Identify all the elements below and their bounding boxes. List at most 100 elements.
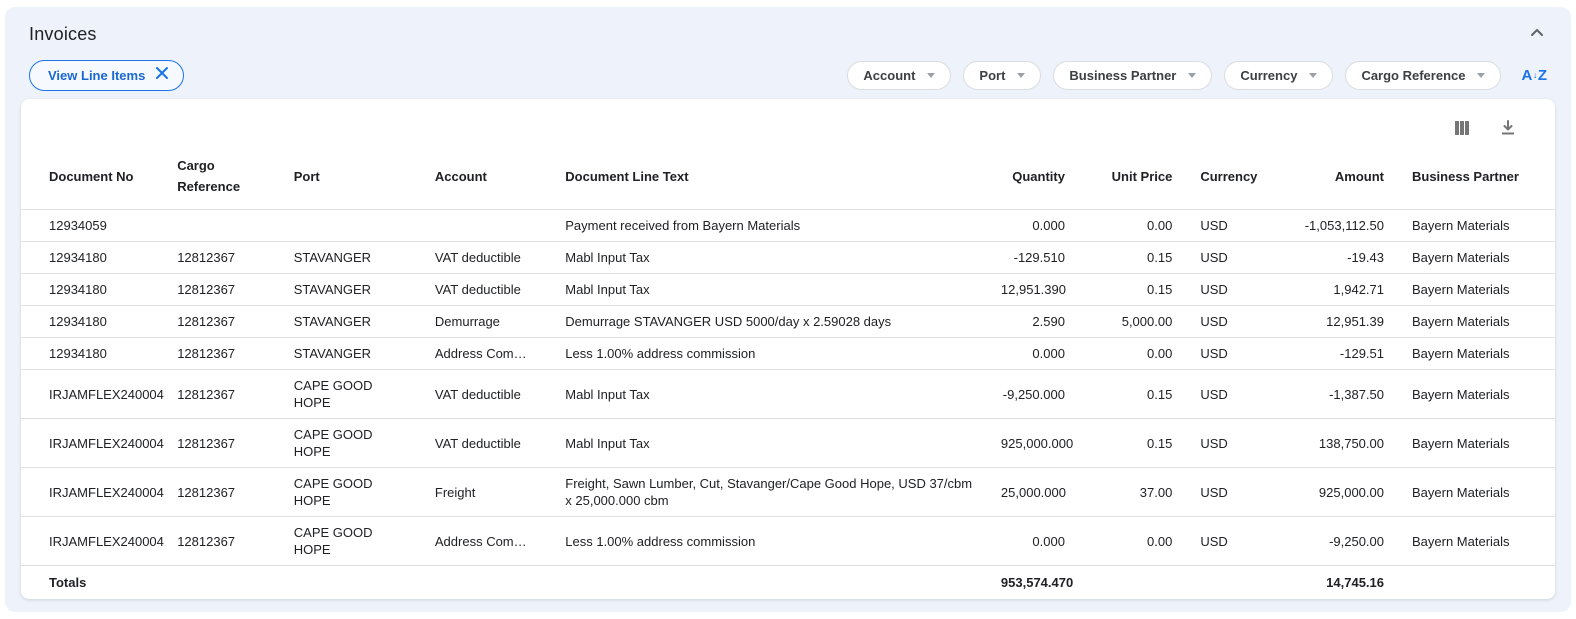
table-row: 1293418012812367STAVANGERVAT deductibleM… bbox=[21, 242, 1555, 274]
cell-port: CAPE GOOD HOPE bbox=[282, 370, 423, 419]
cell-currency: USD bbox=[1188, 419, 1288, 468]
sort-alphabetical-icon[interactable]: A↓Z bbox=[1521, 67, 1547, 84]
cell-quantity: 12,951.390 bbox=[989, 274, 1081, 306]
invoices-table-card: Document NoCargo ReferencePortAccountDoc… bbox=[21, 99, 1555, 599]
cell-currency: USD bbox=[1188, 306, 1288, 338]
close-icon[interactable] bbox=[155, 66, 169, 85]
cell-amount: 12,951.39 bbox=[1288, 306, 1400, 338]
cell-document_line_text: Less 1.00% address commission bbox=[553, 338, 989, 370]
page-title: Invoices bbox=[29, 24, 97, 45]
chevron-down-icon bbox=[1017, 73, 1025, 78]
column-header-document_no: Document No bbox=[21, 143, 165, 210]
cell-port: STAVANGER bbox=[282, 242, 423, 274]
totals-quantity: 953,574.470 bbox=[989, 566, 1081, 600]
table-body: 12934059 Payment received from Bayern Mat… bbox=[21, 210, 1555, 566]
cell-document_line_text: Less 1.00% address commission bbox=[553, 517, 989, 566]
cell-quantity: 0.000 bbox=[989, 210, 1081, 242]
cell-currency: USD bbox=[1188, 468, 1288, 517]
cell-port: CAPE GOOD HOPE bbox=[282, 419, 423, 468]
cell-cargo_reference: 12812367 bbox=[165, 517, 282, 566]
filter-currency[interactable]: Currency bbox=[1224, 61, 1333, 90]
cell-quantity: -9,250.000 bbox=[989, 370, 1081, 419]
cell-document_line_text: Mabl Input Tax bbox=[553, 274, 989, 306]
cell-document_no: IRJAMFLEX240004 bbox=[21, 370, 165, 419]
cell-business_partner: Bayern Materials bbox=[1400, 274, 1555, 306]
filter-account[interactable]: Account bbox=[847, 61, 951, 90]
cell-unit_price: 37.00 bbox=[1081, 468, 1188, 517]
collapse-button[interactable] bbox=[1525, 21, 1549, 48]
totals-row: Totals 953,574.470 14,745.16 bbox=[21, 566, 1555, 600]
cell-document_no: 12934180 bbox=[21, 274, 165, 306]
filter-cargo-reference-label: Cargo Reference bbox=[1361, 68, 1465, 83]
column-header-cargo_reference: Cargo Reference bbox=[165, 143, 282, 210]
cell-unit_price: 0.15 bbox=[1081, 370, 1188, 419]
filter-pills: Account Port Business Partner Currency C… bbox=[847, 61, 1547, 90]
cell-account: Freight bbox=[423, 468, 553, 517]
column-header-business_partner: Business Partner bbox=[1400, 143, 1555, 210]
cell-quantity: 0.000 bbox=[989, 338, 1081, 370]
cell-currency: USD bbox=[1188, 210, 1288, 242]
column-header-unit_price: Unit Price bbox=[1081, 143, 1188, 210]
panel-header: Invoices bbox=[5, 7, 1571, 48]
cell-business_partner: Bayern Materials bbox=[1400, 419, 1555, 468]
cell-unit_price: 0.00 bbox=[1081, 210, 1188, 242]
cell-document_no: IRJAMFLEX240004 bbox=[21, 517, 165, 566]
cell-amount: -9,250.00 bbox=[1288, 517, 1400, 566]
table-row: IRJAMFLEX24000412812367CAPE GOOD HOPEVAT… bbox=[21, 370, 1555, 419]
chevron-down-icon bbox=[1309, 73, 1317, 78]
cell-unit_price: 0.15 bbox=[1081, 274, 1188, 306]
filter-port[interactable]: Port bbox=[963, 61, 1041, 90]
totals-amount: 14,745.16 bbox=[1288, 566, 1400, 600]
cell-document_line_text: Payment received from Bayern Materials bbox=[553, 210, 989, 242]
cell-unit_price: 0.00 bbox=[1081, 517, 1188, 566]
filter-currency-label: Currency bbox=[1240, 68, 1297, 83]
cell-document_line_text: Mabl Input Tax bbox=[553, 242, 989, 274]
chevron-up-icon bbox=[1529, 25, 1545, 44]
cell-quantity: -129.510 bbox=[989, 242, 1081, 274]
view-line-items-chip[interactable]: View Line Items bbox=[29, 60, 184, 91]
cell-currency: USD bbox=[1188, 242, 1288, 274]
cell-currency: USD bbox=[1188, 517, 1288, 566]
cell-document_no: 12934180 bbox=[21, 242, 165, 274]
cell-cargo_reference bbox=[165, 210, 282, 242]
cell-account bbox=[423, 210, 553, 242]
filter-business-partner[interactable]: Business Partner bbox=[1053, 61, 1212, 90]
chevron-down-icon bbox=[927, 73, 935, 78]
cell-unit_price: 0.15 bbox=[1081, 242, 1188, 274]
cell-amount: -129.51 bbox=[1288, 338, 1400, 370]
cell-cargo_reference: 12812367 bbox=[165, 242, 282, 274]
cell-document_line_text: Freight, Sawn Lumber, Cut, Stavanger/Cap… bbox=[553, 468, 989, 517]
cell-document_no: 12934059 bbox=[21, 210, 165, 242]
cell-port: CAPE GOOD HOPE bbox=[282, 468, 423, 517]
cell-unit_price: 0.15 bbox=[1081, 419, 1188, 468]
table-row: 1293418012812367STAVANGERVAT deductibleM… bbox=[21, 274, 1555, 306]
chip-label: View Line Items bbox=[48, 68, 145, 83]
cell-quantity: 0.000 bbox=[989, 517, 1081, 566]
cell-port: STAVANGER bbox=[282, 338, 423, 370]
invoices-table: Document NoCargo ReferencePortAccountDoc… bbox=[21, 143, 1555, 599]
column-header-port: Port bbox=[282, 143, 423, 210]
column-header-account: Account bbox=[423, 143, 553, 210]
chevron-down-icon bbox=[1188, 73, 1196, 78]
cell-business_partner: Bayern Materials bbox=[1400, 242, 1555, 274]
cell-quantity: 925,000.000 bbox=[989, 419, 1081, 468]
filter-cargo-reference[interactable]: Cargo Reference bbox=[1345, 61, 1501, 90]
column-header-currency: Currency bbox=[1188, 143, 1288, 210]
cell-document_no: 12934180 bbox=[21, 306, 165, 338]
cell-account: Address Commis... bbox=[423, 338, 553, 370]
table-row: 12934059 Payment received from Bayern Mat… bbox=[21, 210, 1555, 242]
cell-business_partner: Bayern Materials bbox=[1400, 517, 1555, 566]
cell-business_partner: Bayern Materials bbox=[1400, 370, 1555, 419]
cell-document_no: 12934180 bbox=[21, 338, 165, 370]
columns-button[interactable] bbox=[1451, 117, 1473, 142]
download-button[interactable] bbox=[1497, 117, 1519, 142]
table-row: IRJAMFLEX24000412812367CAPE GOOD HOPEVAT… bbox=[21, 419, 1555, 468]
cell-amount: 925,000.00 bbox=[1288, 468, 1400, 517]
table-row: 1293418012812367STAVANGERAddress Commis.… bbox=[21, 338, 1555, 370]
filter-port-label: Port bbox=[979, 68, 1005, 83]
cell-unit_price: 0.00 bbox=[1081, 338, 1188, 370]
cell-business_partner: Bayern Materials bbox=[1400, 210, 1555, 242]
cell-business_partner: Bayern Materials bbox=[1400, 338, 1555, 370]
cell-document_line_text: Demurrage STAVANGER USD 5000/day x 2.590… bbox=[553, 306, 989, 338]
cell-amount: 138,750.00 bbox=[1288, 419, 1400, 468]
